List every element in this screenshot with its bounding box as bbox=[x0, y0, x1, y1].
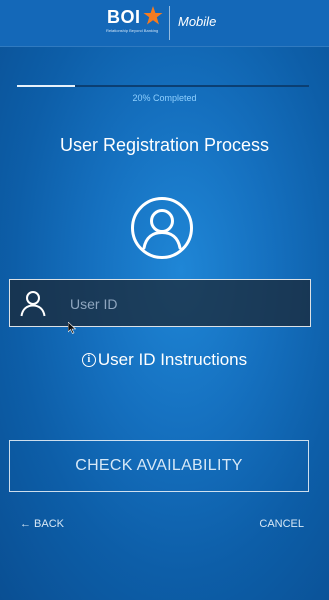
page-title: User Registration Process bbox=[59, 135, 270, 155]
cancel-button[interactable]: CANCEL bbox=[259, 518, 304, 530]
progress-bar-fill bbox=[17, 85, 76, 87]
app-header: BOI Relationship Beyond Banking Mobile bbox=[0, 0, 329, 47]
mouse-cursor-icon bbox=[68, 322, 76, 334]
progress-bar bbox=[17, 85, 309, 87]
user-avatar-icon bbox=[131, 197, 193, 259]
info-icon: i bbox=[81, 353, 96, 367]
instructions-label: User ID Instructions bbox=[97, 350, 248, 369]
star-logo-icon bbox=[143, 6, 163, 25]
progress-label: 20% Completed bbox=[132, 93, 197, 103]
boi-logo: BOI Relationship Beyond Banking bbox=[103, 5, 165, 41]
user-icon bbox=[20, 291, 46, 317]
user-id-field[interactable] bbox=[9, 279, 311, 327]
header-divider bbox=[169, 6, 170, 40]
app-name: Mobile bbox=[178, 14, 217, 29]
user-id-instructions-link[interactable]: i User ID Instructions bbox=[0, 350, 329, 370]
logo-tagline: Relationship Beyond Banking bbox=[106, 28, 159, 33]
back-button[interactable]: ← BACK bbox=[20, 518, 64, 530]
user-id-input[interactable] bbox=[70, 292, 290, 316]
check-availability-button[interactable]: CHECK AVAILABILITY bbox=[9, 440, 309, 492]
logo-text: BOI bbox=[107, 7, 141, 27]
